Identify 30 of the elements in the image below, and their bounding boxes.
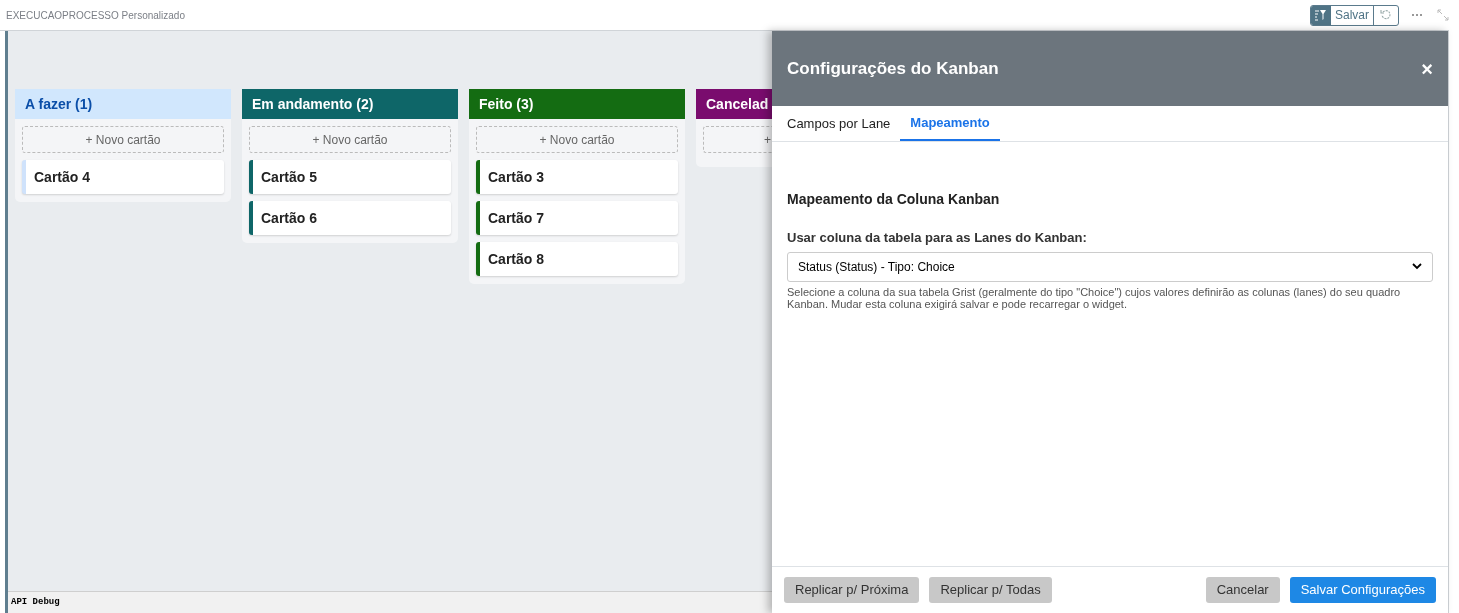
chevron-down-icon: [1412, 263, 1422, 270]
field-label: Usar coluna da tabela para as Lanes do Kanban:: [787, 229, 1088, 247]
add-card-button[interactable]: + Novo cartão: [476, 126, 678, 153]
filter-icon[interactable]: [1311, 5, 1331, 25]
debug-label: API Debug: [11, 595, 60, 609]
card[interactable]: Cartão 5: [249, 160, 451, 194]
card[interactable]: Cartão 3: [476, 160, 678, 194]
lane-header: Cancelad: [696, 89, 772, 119]
section-title: Mapeamento da Coluna Kanban: [787, 190, 1001, 209]
lane-header: A fazer (1): [15, 89, 231, 119]
help-text: Selecione a coluna da sua tabela Grist (geralmente do tipo "Choice") cujos valores definirão as colunas (lanes) do seu quadro Kanban. Mudar esta coluna exigirá salvar e pode recarregar o widget.: [787, 285, 1402, 310]
column-select[interactable]: Status (Status) - Tipo: Choice: [787, 251, 1433, 282]
panel-title: Configurações do Kanban: [787, 57, 999, 80]
footer-button[interactable]: Cancelar: [1205, 577, 1280, 603]
card[interactable]: Cartão 7: [476, 201, 678, 235]
lane-header: Feito (3): [469, 89, 685, 119]
widget-title: EXECUCAOPROCESSO Personalizado: [6, 8, 185, 23]
tab[interactable]: Mapeamento: [900, 106, 1000, 141]
footer-button[interactable]: Replicar p/ Próxima: [784, 577, 920, 603]
add-card-button[interactable]: + Novo cartão: [249, 126, 451, 153]
card[interactable]: Cartão 6: [249, 201, 451, 235]
card[interactable]: Cartão 4: [22, 160, 224, 194]
lane-header: Em andamento (2): [242, 89, 458, 119]
card[interactable]: Cartão 8: [476, 242, 678, 276]
close-button[interactable]: ×: [1421, 53, 1433, 84]
footer-button[interactable]: Salvar Configurações: [1289, 577, 1436, 603]
tab[interactable]: Campos por Lane: [777, 106, 901, 141]
add-card-button[interactable]: + Novo cartão: [22, 126, 224, 153]
footer-button[interactable]: Replicar p/ Todas: [929, 577, 1052, 603]
more-icon[interactable]: [1411, 13, 1423, 17]
